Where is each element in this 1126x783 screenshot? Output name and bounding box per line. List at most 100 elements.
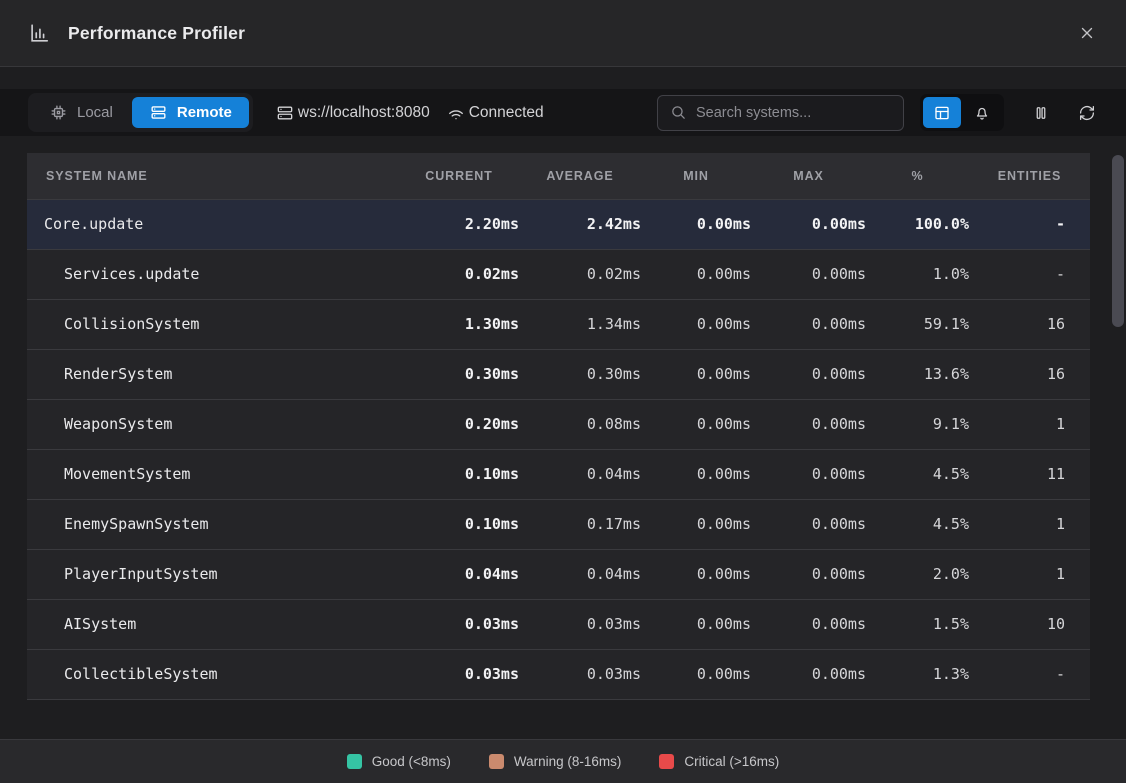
system-name-cell: WeaponSystem bbox=[27, 399, 399, 449]
legend-swatch bbox=[347, 754, 362, 769]
table-view-button[interactable] bbox=[923, 97, 961, 128]
min-cell: 0.00ms bbox=[641, 599, 751, 649]
vertical-scrollbar-thumb[interactable] bbox=[1112, 155, 1124, 327]
refresh-icon bbox=[1078, 104, 1096, 122]
percent-cell: 100.0% bbox=[866, 199, 969, 249]
column-header-percent: % bbox=[866, 153, 969, 199]
average-cell: 0.03ms bbox=[519, 599, 641, 649]
entities-cell: 16 bbox=[969, 349, 1090, 399]
endpoint-indicator: ws://localhost:8080 bbox=[275, 103, 430, 123]
toolbar: Local Remote ws://localhost:8080 bbox=[0, 89, 1126, 136]
entities-cell: 1 bbox=[969, 399, 1090, 449]
table-row[interactable]: AISystem 0.03ms 0.03ms 0.00ms 0.00ms 1.5… bbox=[27, 599, 1090, 649]
current-cell: 0.10ms bbox=[399, 499, 519, 549]
connection-status-label: Connected bbox=[469, 104, 544, 122]
min-cell: 0.00ms bbox=[641, 649, 751, 699]
column-header-entities: ENTITIES bbox=[969, 153, 1090, 199]
legend-label: Critical (>16ms) bbox=[684, 754, 779, 769]
current-cell: 0.10ms bbox=[399, 449, 519, 499]
table-row[interactable]: CollectibleSystem 0.03ms 0.03ms 0.00ms 0… bbox=[27, 649, 1090, 699]
close-button[interactable] bbox=[1074, 20, 1100, 46]
percent-cell: 9.1% bbox=[866, 399, 969, 449]
table-row[interactable]: Services.update 0.02ms 0.02ms 0.00ms 0.0… bbox=[27, 249, 1090, 299]
bell-icon bbox=[973, 104, 991, 122]
search-icon bbox=[670, 104, 687, 121]
average-cell: 0.02ms bbox=[519, 249, 641, 299]
min-cell: 0.00ms bbox=[641, 399, 751, 449]
legend-label: Warning (8-16ms) bbox=[514, 754, 622, 769]
system-name-cell: Services.update bbox=[27, 249, 399, 299]
current-cell: 1.30ms bbox=[399, 299, 519, 349]
mode-segmented-control: Local Remote bbox=[28, 93, 253, 132]
entities-cell: - bbox=[969, 199, 1090, 249]
endpoint-url: ws://localhost:8080 bbox=[298, 104, 430, 122]
percent-cell: 4.5% bbox=[866, 499, 969, 549]
average-cell: 0.08ms bbox=[519, 399, 641, 449]
entities-cell: 16 bbox=[969, 299, 1090, 349]
column-header-min: MIN bbox=[641, 153, 751, 199]
server-icon bbox=[275, 103, 295, 123]
table-header: SYSTEM NAME CURRENT AVERAGE MIN MAX % EN… bbox=[27, 153, 1090, 199]
remote-mode-button[interactable]: Remote bbox=[132, 97, 249, 128]
max-cell: 0.00ms bbox=[751, 649, 866, 699]
remote-mode-label: Remote bbox=[177, 104, 232, 121]
min-cell: 0.00ms bbox=[641, 299, 751, 349]
entities-cell: 10 bbox=[969, 599, 1090, 649]
table-row[interactable]: CollisionSystem 1.30ms 1.34ms 0.00ms 0.0… bbox=[27, 299, 1090, 349]
min-cell: 0.00ms bbox=[641, 249, 751, 299]
max-cell: 0.00ms bbox=[751, 299, 866, 349]
current-cell: 0.02ms bbox=[399, 249, 519, 299]
column-header-average: AVERAGE bbox=[519, 153, 641, 199]
average-cell: 0.04ms bbox=[519, 549, 641, 599]
max-cell: 0.00ms bbox=[751, 499, 866, 549]
system-name-cell: RenderSystem bbox=[27, 349, 399, 399]
page-title: Performance Profiler bbox=[68, 23, 245, 44]
percent-cell: 1.0% bbox=[866, 249, 969, 299]
legend-swatch bbox=[659, 754, 674, 769]
local-mode-button[interactable]: Local bbox=[32, 97, 130, 128]
search-input[interactable] bbox=[696, 105, 891, 121]
alerts-button[interactable] bbox=[963, 97, 1001, 128]
average-cell: 0.30ms bbox=[519, 349, 641, 399]
min-cell: 0.00ms bbox=[641, 549, 751, 599]
max-cell: 0.00ms bbox=[751, 249, 866, 299]
current-cell: 0.04ms bbox=[399, 549, 519, 599]
legend-footer: Good (<8ms) Warning (8-16ms) Critical (>… bbox=[0, 739, 1126, 783]
bar-chart-icon bbox=[24, 18, 54, 48]
current-cell: 0.20ms bbox=[399, 399, 519, 449]
refresh-button[interactable] bbox=[1072, 98, 1102, 128]
table-row[interactable]: EnemySpawnSystem 0.10ms 0.17ms 0.00ms 0.… bbox=[27, 499, 1090, 549]
min-cell: 0.00ms bbox=[641, 499, 751, 549]
column-header-max: MAX bbox=[751, 153, 866, 199]
wifi-icon bbox=[446, 103, 466, 123]
system-name-cell: Core.update bbox=[27, 199, 399, 249]
system-name-cell: CollisionSystem bbox=[27, 299, 399, 349]
system-name-cell: CollectibleSystem bbox=[27, 649, 399, 699]
pause-icon bbox=[1032, 104, 1050, 122]
current-cell: 0.30ms bbox=[399, 349, 519, 399]
table-row[interactable]: RenderSystem 0.30ms 0.30ms 0.00ms 0.00ms… bbox=[27, 349, 1090, 399]
server-icon bbox=[149, 103, 168, 122]
system-name-cell: AISystem bbox=[27, 599, 399, 649]
table-row[interactable]: Core.update 2.20ms 2.42ms 0.00ms 0.00ms … bbox=[27, 199, 1090, 249]
current-cell: 2.20ms bbox=[399, 199, 519, 249]
table-view-icon bbox=[933, 104, 951, 122]
entities-cell: 1 bbox=[969, 549, 1090, 599]
table-row[interactable]: PlayerInputSystem 0.04ms 0.04ms 0.00ms 0… bbox=[27, 549, 1090, 599]
percent-cell: 1.5% bbox=[866, 599, 969, 649]
table-row[interactable]: WeaponSystem 0.20ms 0.08ms 0.00ms 0.00ms… bbox=[27, 399, 1090, 449]
percent-cell: 59.1% bbox=[866, 299, 969, 349]
average-cell: 0.03ms bbox=[519, 649, 641, 699]
max-cell: 0.00ms bbox=[751, 549, 866, 599]
max-cell: 0.00ms bbox=[751, 449, 866, 499]
pause-button[interactable] bbox=[1026, 98, 1056, 128]
column-header-current: CURRENT bbox=[399, 153, 519, 199]
entities-cell: - bbox=[969, 649, 1090, 699]
average-cell: 2.42ms bbox=[519, 199, 641, 249]
percent-cell: 4.5% bbox=[866, 449, 969, 499]
main-content: SYSTEM NAME CURRENT AVERAGE MIN MAX % EN… bbox=[0, 136, 1126, 700]
systems-table: SYSTEM NAME CURRENT AVERAGE MIN MAX % EN… bbox=[27, 153, 1090, 700]
current-cell: 0.03ms bbox=[399, 649, 519, 699]
table-row[interactable]: MovementSystem 0.10ms 0.04ms 0.00ms 0.00… bbox=[27, 449, 1090, 499]
average-cell: 1.34ms bbox=[519, 299, 641, 349]
